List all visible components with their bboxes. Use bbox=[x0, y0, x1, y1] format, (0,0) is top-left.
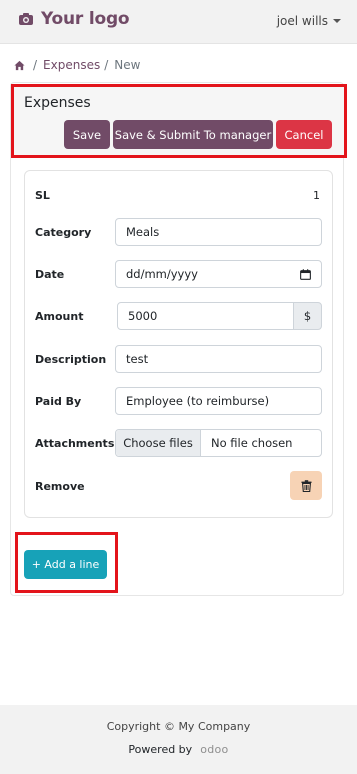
save-submit-button[interactable]: Save & Submit To manager bbox=[113, 120, 273, 149]
trash-icon bbox=[301, 479, 311, 492]
odoo-brand-text: odoo bbox=[200, 743, 229, 756]
date-placeholder: dd/mm/yyyy bbox=[126, 267, 198, 281]
breadcrumb-expenses-link[interactable]: Expenses bbox=[43, 58, 100, 72]
home-icon[interactable] bbox=[14, 60, 25, 71]
form-title: Expenses bbox=[24, 95, 91, 111]
caret-down-icon bbox=[333, 19, 341, 23]
description-value: test bbox=[126, 352, 149, 366]
remove-line-button[interactable] bbox=[290, 471, 322, 500]
amount-field[interactable]: 5000 bbox=[117, 302, 294, 330]
add-line-button[interactable]: + Add a line bbox=[24, 550, 107, 579]
save-button[interactable]: Save bbox=[64, 120, 110, 149]
paid-by-label: Paid By bbox=[35, 395, 82, 408]
choose-files-button[interactable]: Choose files bbox=[116, 430, 201, 456]
amount-label: Amount bbox=[35, 310, 84, 323]
cancel-button[interactable]: Cancel bbox=[276, 120, 332, 149]
powered-by: Powered by odoo bbox=[0, 743, 357, 756]
attachments-input[interactable]: Choose files No file chosen bbox=[115, 429, 322, 457]
powered-by-text: Powered by bbox=[128, 743, 193, 756]
top-navbar: Your logo joel wills bbox=[0, 0, 357, 44]
camera-icon bbox=[19, 13, 33, 25]
breadcrumb-current: New bbox=[114, 58, 141, 72]
currency-addon: $ bbox=[293, 302, 322, 330]
logo[interactable]: Your logo bbox=[18, 9, 130, 29]
paid-by-select[interactable]: Employee (to reimburse) bbox=[115, 387, 322, 415]
paid-by-value: Employee (to reimburse) bbox=[126, 394, 270, 408]
category-value: Meals bbox=[126, 225, 160, 239]
no-file-text: No file chosen bbox=[211, 436, 293, 450]
attachments-label: Attachments bbox=[35, 437, 115, 450]
breadcrumb-separator: / bbox=[33, 58, 38, 72]
sl-label: SL bbox=[35, 189, 50, 202]
description-label: Description bbox=[35, 353, 107, 366]
description-field[interactable]: test bbox=[115, 345, 322, 373]
user-name: joel wills bbox=[276, 14, 328, 28]
breadcrumb: / Expenses / New bbox=[14, 58, 140, 72]
amount-value: 5000 bbox=[128, 309, 158, 323]
date-label: Date bbox=[35, 268, 65, 281]
odoo-brand[interactable]: odoo bbox=[200, 743, 228, 756]
sl-value: 1 bbox=[313, 189, 320, 202]
copyright-text: Copyright © My Company bbox=[106, 720, 251, 733]
user-menu[interactable]: joel wills bbox=[277, 14, 341, 28]
category-field[interactable]: Meals bbox=[115, 218, 322, 246]
breadcrumb-divider: / bbox=[104, 58, 109, 72]
date-field[interactable]: dd/mm/yyyy bbox=[115, 260, 322, 288]
logo-text: Your logo bbox=[41, 9, 130, 29]
footer bbox=[0, 705, 357, 774]
category-label: Category bbox=[35, 226, 92, 239]
calendar-icon[interactable] bbox=[300, 269, 311, 280]
remove-label: Remove bbox=[35, 480, 85, 493]
